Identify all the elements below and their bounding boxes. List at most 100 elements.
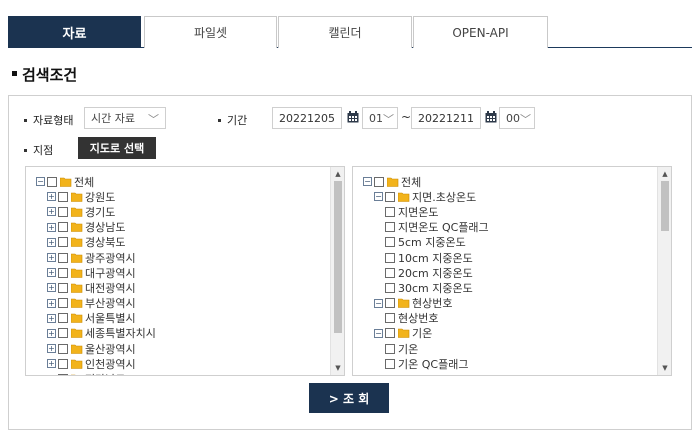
tree-item[interactable]: + 인천광역시 bbox=[26, 356, 330, 371]
station-tree-list: − 전체 + 강원도 + 경기도 + 경상남도 + 경상북도 + 광주광역시 + 대구광역시 + 대전광역시 +… bbox=[26, 167, 330, 375]
map-select-button[interactable]: 지도로 선택 bbox=[78, 137, 156, 159]
collapse-icon[interactable]: − bbox=[374, 328, 383, 338]
tab-calendar[interactable]: 캘린더 bbox=[278, 16, 412, 48]
tree-checkbox[interactable] bbox=[58, 358, 68, 369]
tree-item[interactable]: 현상번호 bbox=[353, 311, 657, 326]
folder-icon bbox=[71, 222, 83, 232]
scrollbar[interactable]: ▲ ▼ bbox=[657, 167, 671, 375]
scrollbar[interactable]: ▲ ▼ bbox=[330, 167, 344, 375]
tree-item-label: 전체 bbox=[74, 175, 95, 189]
tree-checkbox[interactable] bbox=[385, 222, 395, 233]
tab-open-api[interactable]: OPEN-API bbox=[413, 16, 548, 48]
tree-item[interactable]: + 경기도 bbox=[26, 204, 330, 219]
tree-checkbox[interactable] bbox=[385, 313, 395, 324]
tree-item[interactable]: + 대구광역시 bbox=[26, 265, 330, 280]
tree-checkbox[interactable] bbox=[374, 176, 384, 187]
search-button[interactable]: > 조 회 bbox=[309, 383, 389, 413]
tree-item[interactable]: + 세종특별자치시 bbox=[26, 326, 330, 341]
collapse-icon[interactable]: − bbox=[374, 192, 383, 202]
tree-checkbox[interactable] bbox=[385, 252, 395, 263]
tree-checkbox[interactable] bbox=[385, 206, 395, 217]
expand-icon[interactable]: + bbox=[47, 222, 56, 232]
scrollbar-thumb[interactable] bbox=[334, 181, 342, 333]
collapse-icon[interactable]: − bbox=[363, 177, 372, 187]
tree-checkbox[interactable] bbox=[385, 267, 395, 278]
expand-icon[interactable]: + bbox=[47, 283, 56, 293]
expand-icon[interactable]: + bbox=[47, 298, 56, 308]
tree-item[interactable]: − 전체 bbox=[353, 174, 657, 189]
tree-item[interactable]: + 전라남도 bbox=[26, 371, 330, 375]
tree-checkbox[interactable] bbox=[385, 298, 395, 309]
folder-icon bbox=[398, 329, 410, 339]
tree-checkbox[interactable] bbox=[385, 328, 395, 339]
tree-checkbox[interactable] bbox=[58, 267, 68, 278]
expand-icon[interactable]: + bbox=[47, 344, 56, 354]
tree-checkbox[interactable] bbox=[58, 237, 68, 248]
scroll-down-icon[interactable]: ▼ bbox=[331, 364, 344, 372]
expand-icon[interactable]: + bbox=[47, 328, 56, 338]
tree-item[interactable]: − 전체 bbox=[26, 174, 330, 189]
scroll-up-icon[interactable]: ▲ bbox=[658, 170, 671, 178]
tree-item[interactable]: + 부산광역시 bbox=[26, 296, 330, 311]
tree-checkbox[interactable] bbox=[58, 313, 68, 324]
tree-checkbox[interactable] bbox=[58, 328, 68, 339]
collapse-icon[interactable]: − bbox=[36, 177, 45, 187]
bullet-dot bbox=[24, 118, 27, 122]
collapse-icon[interactable]: − bbox=[374, 298, 383, 308]
tree-item-label: 현상번호 bbox=[398, 312, 439, 326]
folder-icon bbox=[398, 192, 410, 202]
end-hour-select[interactable]: 00 ﹀ bbox=[499, 107, 535, 129]
tree-item[interactable]: 20cm 지중온도 bbox=[353, 265, 657, 280]
end-date-input[interactable]: 20221211 bbox=[411, 107, 481, 129]
expand-icon[interactable]: + bbox=[47, 359, 56, 369]
expand-icon[interactable]: + bbox=[47, 374, 56, 375]
tree-checkbox[interactable] bbox=[58, 191, 68, 202]
tree-item[interactable]: − 현상번호 bbox=[353, 296, 657, 311]
tree-checkbox[interactable] bbox=[385, 237, 395, 248]
tree-item[interactable]: + 울산광역시 bbox=[26, 341, 330, 356]
tree-item[interactable]: 기온 bbox=[353, 341, 657, 356]
expand-icon[interactable]: + bbox=[47, 313, 56, 323]
tree-checkbox[interactable] bbox=[385, 358, 395, 369]
data-type-select[interactable]: 시간 자료 ﹀ bbox=[84, 107, 166, 129]
tree-item[interactable]: 지면온도 bbox=[353, 204, 657, 219]
tree-item[interactable]: 10cm 지중온도 bbox=[353, 250, 657, 265]
calendar-icon[interactable] bbox=[347, 111, 359, 123]
expand-icon[interactable]: + bbox=[47, 237, 56, 247]
tree-checkbox[interactable] bbox=[58, 252, 68, 263]
tree-item[interactable]: − 기온 bbox=[353, 326, 657, 341]
tree-checkbox[interactable] bbox=[58, 282, 68, 293]
scroll-up-icon[interactable]: ▲ bbox=[331, 170, 344, 178]
tree-checkbox[interactable] bbox=[47, 176, 57, 187]
tree-checkbox[interactable] bbox=[385, 282, 395, 293]
tree-item[interactable]: 지면온도 QC플래그 bbox=[353, 220, 657, 235]
scroll-down-icon[interactable]: ▼ bbox=[658, 364, 671, 372]
tree-item[interactable]: + 경상북도 bbox=[26, 235, 330, 250]
tree-item[interactable]: 30cm 지중온도 bbox=[353, 280, 657, 295]
scrollbar-thumb[interactable] bbox=[661, 181, 669, 231]
tree-item[interactable]: + 경상남도 bbox=[26, 220, 330, 235]
start-hour-select[interactable]: 01 ﹀ bbox=[362, 107, 398, 129]
tree-checkbox[interactable] bbox=[58, 222, 68, 233]
tree-item[interactable]: + 광주광역시 bbox=[26, 250, 330, 265]
tree-item[interactable]: + 강원도 bbox=[26, 189, 330, 204]
tree-item[interactable]: + 서울특별시 bbox=[26, 311, 330, 326]
expand-icon[interactable]: + bbox=[47, 192, 56, 202]
start-date-input[interactable]: 20221205 bbox=[272, 107, 342, 129]
tree-checkbox[interactable] bbox=[58, 343, 68, 354]
tree-checkbox[interactable] bbox=[58, 374, 68, 375]
tree-item[interactable]: 기온 QC플래그 bbox=[353, 356, 657, 371]
tree-item[interactable]: − 지면.초상온도 bbox=[353, 189, 657, 204]
tree-checkbox[interactable] bbox=[58, 206, 68, 217]
calendar-icon[interactable] bbox=[485, 111, 497, 123]
tree-item[interactable]: 5cm 지중온도 bbox=[353, 235, 657, 250]
tree-checkbox[interactable] bbox=[58, 298, 68, 309]
tree-checkbox[interactable] bbox=[385, 343, 395, 354]
tree-item[interactable]: + 대전광역시 bbox=[26, 280, 330, 295]
tab-data[interactable]: 자료 bbox=[8, 16, 141, 48]
tab-fileset[interactable]: 파일셋 bbox=[144, 16, 277, 48]
expand-icon[interactable]: + bbox=[47, 253, 56, 263]
tree-checkbox[interactable] bbox=[385, 191, 395, 202]
expand-icon[interactable]: + bbox=[47, 268, 56, 278]
expand-icon[interactable]: + bbox=[47, 207, 56, 217]
